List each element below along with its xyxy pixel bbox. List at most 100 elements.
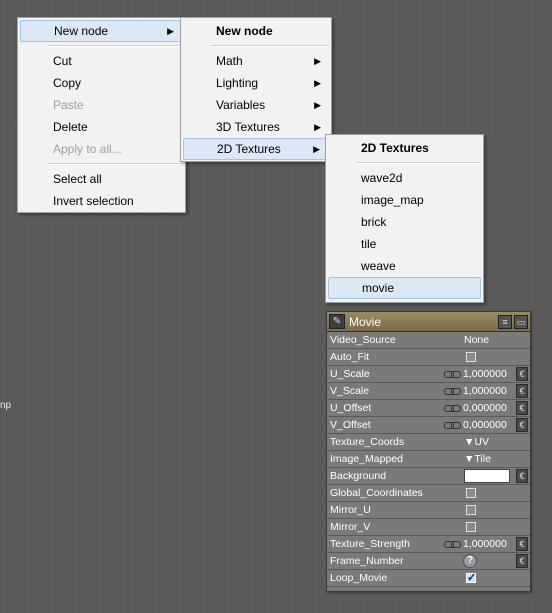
menu-item-cut[interactable]: Cut xyxy=(20,50,183,72)
2d-textures-submenu: 2D Textures wave2d image_map brick tile … xyxy=(325,134,484,303)
menu-item-2d-textures[interactable]: 2D Textures ▶ xyxy=(183,138,329,160)
menu-item-label: Lighting xyxy=(216,76,259,90)
menu-item-lighting[interactable]: Lighting ▶ xyxy=(183,72,329,94)
prop-label: Mirror_V xyxy=(330,521,371,533)
input-connector-icon[interactable]: € xyxy=(516,384,528,398)
prop-label: U_Offset xyxy=(330,402,372,414)
u-offset-value[interactable]: 0,000000 xyxy=(463,400,507,416)
prop-row-u-offset: U_Offset 0,000000 € xyxy=(327,400,530,417)
prop-label: V_Scale xyxy=(330,385,370,397)
menu-item-3d-textures[interactable]: 3D Textures ▶ xyxy=(183,116,329,138)
prop-row-image-mapped: Image_Mapped ▼Tile xyxy=(327,451,530,468)
global-coordinates-checkbox[interactable] xyxy=(466,488,476,498)
node-title: Movie xyxy=(349,314,382,329)
prop-row-texture-strength: Texture_Strength 1,000000 € xyxy=(327,536,530,553)
prop-label: Loop_Movie xyxy=(330,572,388,584)
link-icon[interactable] xyxy=(444,370,462,378)
submenu-title: New node xyxy=(216,24,273,38)
menu-item-label: Variables xyxy=(216,98,266,112)
prop-row-mirror-v: Mirror_V xyxy=(327,519,530,536)
menu-item-apply-to-all[interactable]: Apply to all... xyxy=(20,138,183,160)
input-connector-icon[interactable]: € xyxy=(516,537,528,551)
menu-separator xyxy=(356,162,481,164)
prop-label: Global_Coordinates xyxy=(330,487,423,499)
prop-row-frame-number: Frame_Number ? € xyxy=(327,553,530,570)
menu-item-invert-selection[interactable]: Invert selection xyxy=(20,190,183,212)
menu-item-paste[interactable]: Paste xyxy=(20,94,183,116)
menu-item-math[interactable]: Math ▶ xyxy=(183,50,329,72)
auto-fit-checkbox[interactable] xyxy=(466,352,476,362)
link-icon[interactable] xyxy=(444,540,462,548)
menu-item-label: Copy xyxy=(53,76,82,90)
prop-row-video-source[interactable]: Video_Source None xyxy=(327,332,530,349)
menu-item-label: Delete xyxy=(53,120,88,134)
node-type-icon[interactable]: ✎ xyxy=(329,314,345,329)
mirror-v-checkbox[interactable] xyxy=(466,522,476,532)
menu-item-new-node[interactable]: New node ▶ xyxy=(20,20,183,42)
menu-item-variables[interactable]: Variables ▶ xyxy=(183,94,329,116)
prop-row-global-coordinates: Global_Coordinates xyxy=(327,485,530,502)
menu-item-wave2d[interactable]: wave2d xyxy=(328,167,481,189)
menu-item-label: 2D Textures xyxy=(217,142,281,156)
prop-label: Texture_Coords xyxy=(330,436,405,448)
prop-row-v-scale: V_Scale 1,000000 € xyxy=(327,383,530,400)
submenu-title: 2D Textures xyxy=(361,141,429,155)
menu-separator xyxy=(48,45,183,47)
submenu-arrow-icon: ▶ xyxy=(314,78,321,88)
menu-item-label: image_map xyxy=(361,193,424,207)
help-icon[interactable]: ? xyxy=(463,554,477,568)
link-icon[interactable] xyxy=(444,404,462,412)
v-offset-value[interactable]: 0,000000 xyxy=(463,417,507,433)
input-connector-icon[interactable]: € xyxy=(516,418,528,432)
prop-row-mirror-u: Mirror_U xyxy=(327,502,530,519)
menu-item-movie[interactable]: movie xyxy=(328,277,481,299)
texture-coords-dropdown[interactable]: ▼UV xyxy=(464,434,489,450)
link-icon[interactable] xyxy=(444,421,462,429)
menu-item-weave[interactable]: weave xyxy=(328,255,481,277)
submenu-arrow-icon: ▶ xyxy=(313,144,320,154)
prop-row-background: Background € xyxy=(327,468,530,485)
input-connector-icon[interactable]: € xyxy=(516,401,528,415)
background-color-swatch[interactable] xyxy=(464,469,510,483)
menu-item-label: Cut xyxy=(53,54,72,68)
menu-item-label: Apply to all... xyxy=(53,142,122,156)
loop-movie-checkbox[interactable] xyxy=(466,570,476,586)
menu-item-label: movie xyxy=(362,281,395,295)
mirror-u-checkbox[interactable] xyxy=(466,505,476,515)
menu-item-delete[interactable]: Delete xyxy=(20,116,183,138)
collapse-icon[interactable]: ▭ xyxy=(514,314,528,329)
menu-item-copy[interactable]: Copy xyxy=(20,72,183,94)
v-scale-value[interactable]: 1,000000 xyxy=(463,383,507,399)
menu-item-label: New node xyxy=(54,24,109,38)
menu-item-tile[interactable]: tile xyxy=(328,233,481,255)
movie-node-panel[interactable]: ✎ Movie ≡ ▭ Video_Source None Auto_Fit U… xyxy=(326,311,531,592)
menu-item-label: Select all xyxy=(53,172,102,186)
prop-row-texture-coords: Texture_Coords ▼UV xyxy=(327,434,530,451)
video-source-value[interactable]: None xyxy=(464,332,489,348)
submenu-arrow-icon: ▶ xyxy=(167,26,174,36)
menu-item-label: Math xyxy=(216,54,243,68)
submenu-arrow-icon: ▶ xyxy=(314,100,321,110)
submenu-arrow-icon: ▶ xyxy=(314,122,321,132)
input-connector-icon[interactable]: € xyxy=(516,367,528,381)
menu-item-image-map[interactable]: image_map xyxy=(328,189,481,211)
menu-item-select-all[interactable]: Select all xyxy=(20,168,183,190)
texture-strength-value[interactable]: 1,000000 xyxy=(463,536,507,552)
menu-item-label: wave2d xyxy=(361,171,403,185)
menu-separator xyxy=(48,163,183,165)
input-connector-icon[interactable]: € xyxy=(516,554,528,568)
prop-label: Frame_Number xyxy=(330,555,404,567)
prop-label: Texture_Strength xyxy=(330,538,410,550)
node-header[interactable]: ✎ Movie ≡ ▭ xyxy=(327,312,530,332)
prop-label: Background xyxy=(330,470,387,482)
menu-separator xyxy=(211,45,329,47)
list-icon[interactable]: ≡ xyxy=(498,314,512,329)
image-mapped-dropdown[interactable]: ▼Tile xyxy=(464,451,491,467)
menu-item-label: brick xyxy=(361,215,387,229)
menu-item-brick[interactable]: brick xyxy=(328,211,481,233)
prop-label: Auto_Fit xyxy=(330,351,370,363)
link-icon[interactable] xyxy=(444,387,462,395)
prop-row-auto-fit: Auto_Fit xyxy=(327,349,530,366)
u-scale-value[interactable]: 1,000000 xyxy=(463,366,507,382)
input-connector-icon[interactable]: € xyxy=(516,469,528,483)
